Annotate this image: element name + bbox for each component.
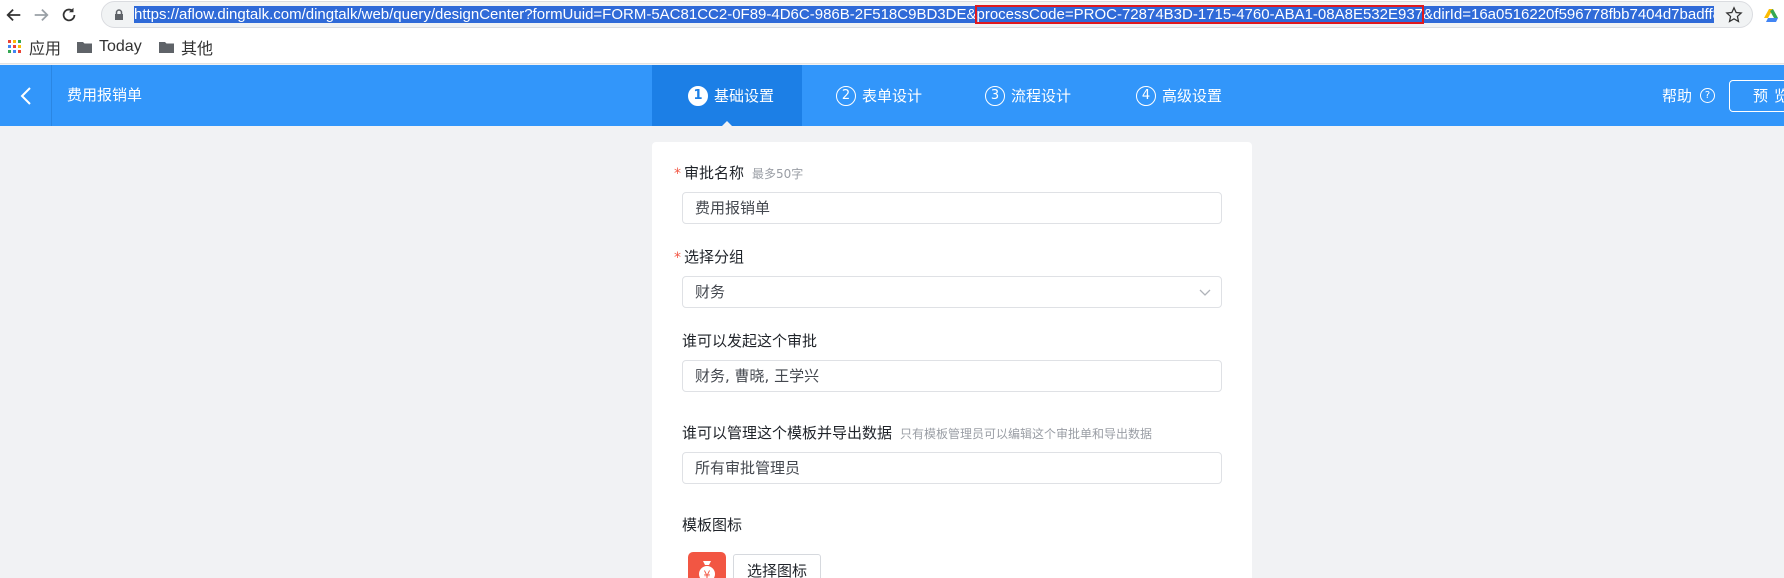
folder-icon: [159, 42, 174, 53]
managers-hint: 只有模板管理员可以编辑这个审批单和导出数据: [900, 427, 1153, 441]
initiators-input[interactable]: 财务, 曹晓, 王学兴: [682, 360, 1222, 392]
input-value: 财务, 曹晓, 王学兴: [695, 367, 820, 385]
money-bag-icon: ¥: [699, 561, 715, 578]
step-number: 2: [836, 85, 856, 106]
required-asterisk: *: [674, 166, 681, 182]
help-question-icon: ?: [1700, 88, 1716, 103]
label-text: 选择分组: [684, 248, 745, 266]
browser-toolbar: https://aflow.dingtalk.com/dingtalk/web/…: [0, 0, 1784, 29]
managers-input[interactable]: 所有审批管理员: [682, 452, 1222, 484]
initiators-label: 谁可以发起这个审批: [682, 332, 818, 350]
managers-label: 谁可以管理这个模板并导出数据 只有模板管理员可以编辑这个审批单和导出数据: [682, 422, 1152, 443]
tab-process-design[interactable]: 3 流程设计: [951, 65, 1099, 126]
back-button[interactable]: [0, 65, 52, 126]
preview-button[interactable]: 预览: [1729, 80, 1784, 112]
select-value: 财务: [695, 283, 726, 301]
active-step-caret: [721, 121, 733, 127]
basic-settings-form: * 审批名称 最多50字 费用报销单 * 选择分组 财务 谁可以发起这个审批 财务, …: [652, 142, 1252, 578]
bookmark-star-icon[interactable]: [1725, 6, 1743, 24]
bookmark-label: 应用: [29, 41, 62, 58]
forward-arrow-icon[interactable]: [29, 3, 53, 27]
lock-icon: [115, 9, 123, 20]
approval-name-input[interactable]: 费用报销单: [682, 192, 1222, 224]
chevron-down-icon: [1199, 289, 1211, 296]
tab-form-design[interactable]: 2 表单设计: [802, 65, 951, 126]
approval-name-hint: 最多50字: [752, 167, 804, 181]
address-bar[interactable]: https://aflow.dingtalk.com/dingtalk/web/…: [101, 1, 1753, 28]
tab-basic-settings[interactable]: 1 基础设置: [652, 65, 802, 127]
step-label: 基础设置: [714, 87, 775, 105]
url-part: &dirId=16a0516220f596778fbb7404d7badff8&…: [1423, 6, 1714, 23]
chevron-left-icon: [20, 86, 31, 105]
bookmark-today-folder[interactable]: Today: [77, 36, 142, 58]
label-text: 审批名称: [684, 164, 745, 182]
step-label: 流程设计: [1011, 87, 1072, 105]
bookmark-apps[interactable]: 应用: [8, 36, 61, 58]
help-link[interactable]: 帮助 ?: [1662, 65, 1716, 126]
bookmark-label: Today: [99, 38, 142, 55]
bookmarks-bar: 应用 Today 其他: [0, 29, 1784, 64]
tab-advanced-settings[interactable]: 4 高级设置: [1099, 65, 1249, 126]
help-label: 帮助: [1662, 87, 1693, 105]
select-icon-button[interactable]: 选择图标: [733, 554, 821, 578]
bookmark-label: 其他: [181, 41, 214, 58]
app-header: 费用报销单 1 基础设置 2 表单设计 3 流程设计 4 高级设置 帮助 ? 预…: [0, 65, 1784, 127]
url-text[interactable]: https://aflow.dingtalk.com/dingtalk/web/…: [134, 5, 1714, 25]
folder-icon: [77, 42, 92, 53]
currency-symbol: ¥: [704, 569, 711, 578]
step-number: 1: [688, 85, 708, 106]
label-text: 谁可以管理这个模板并导出数据: [682, 424, 893, 442]
step-number: 3: [985, 85, 1005, 106]
group-select[interactable]: 财务: [682, 276, 1222, 308]
form-title: 费用报销单: [67, 86, 143, 104]
apps-grid-icon: [8, 40, 21, 53]
extension-icon[interactable]: [1762, 6, 1780, 24]
input-value: 费用报销单: [695, 199, 771, 217]
input-value: 所有审批管理员: [695, 459, 801, 477]
approval-name-label: * 审批名称 最多50字: [674, 162, 803, 183]
template-icon-preview[interactable]: ¥: [688, 552, 726, 578]
step-tabs: 1 基础设置 2 表单设计 3 流程设计 4 高级设置: [652, 65, 1249, 127]
required-asterisk: *: [674, 250, 681, 266]
step-number: 4: [1136, 85, 1156, 106]
url-part: https://aflow.dingtalk.com/dingtalk/web/…: [134, 6, 977, 23]
step-label: 高级设置: [1162, 87, 1223, 105]
url-highlighted-process-code: processCode=PROC-72874B3D-1715-4760-ABA1…: [975, 5, 1425, 24]
back-arrow-icon[interactable]: [2, 3, 26, 27]
group-select-label: * 选择分组: [674, 246, 744, 267]
step-label: 表单设计: [862, 87, 923, 105]
reload-icon[interactable]: [57, 3, 81, 27]
bookmark-other-folder[interactable]: 其他: [159, 36, 213, 58]
template-icon-label: 模板图标: [682, 516, 743, 534]
